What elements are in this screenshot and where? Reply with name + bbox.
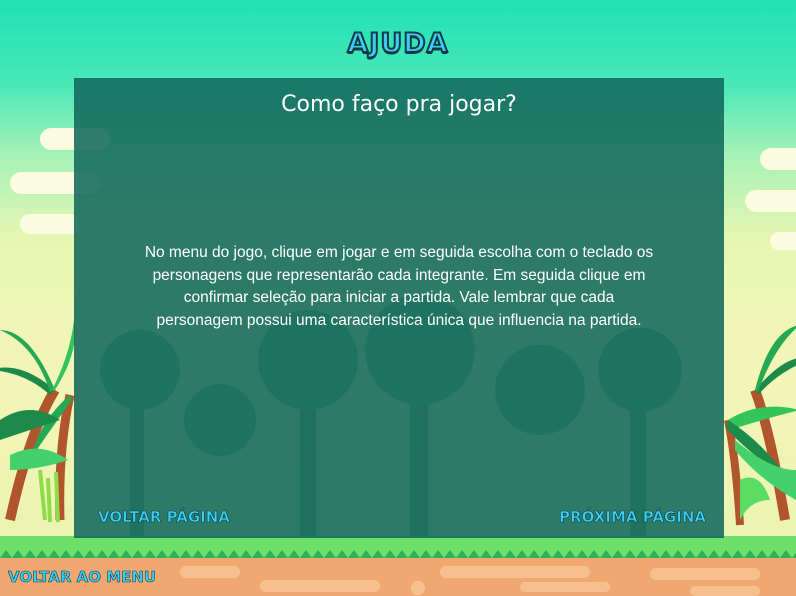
help-question: Como faço pra jogar? [281, 92, 517, 117]
previous-page-button[interactable]: VOLTAR PÁGINA [98, 508, 231, 527]
next-page-button[interactable]: PRÓXIMA PÁGINA [559, 508, 707, 527]
help-panel: Como faço pra jogar? No menu do jogo, cl… [74, 78, 724, 538]
left-palms [0, 320, 76, 523]
help-answer: No menu do jogo, clique em jogar e em se… [144, 244, 654, 329]
page-title: AJUDA [346, 27, 449, 60]
back-to-menu-button[interactable]: VOLTAR AO MENU [8, 568, 157, 587]
right-palms [724, 326, 796, 526]
